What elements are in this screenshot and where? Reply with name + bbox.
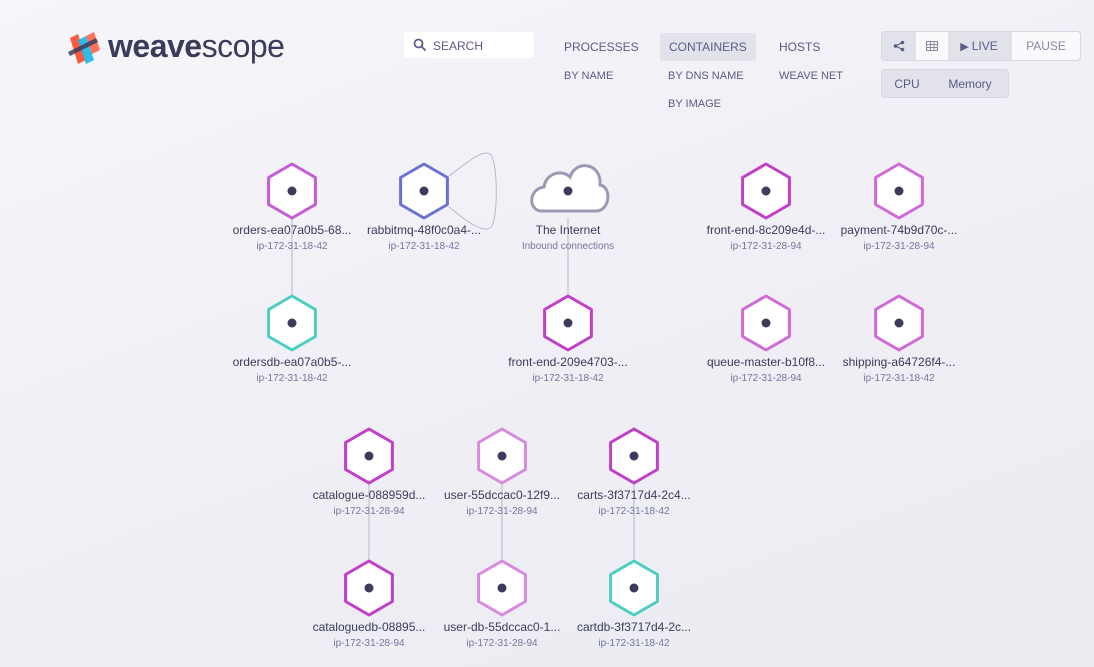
- node-host: ip-172-31-28-94: [730, 373, 802, 384]
- node-host: ip-172-31-18-42: [256, 373, 328, 384]
- node-label[interactable]: catalogue-088959d... ip-172-31-28-94: [299, 488, 439, 517]
- node-host: ip-172-31-28-94: [863, 241, 935, 252]
- node-label[interactable]: rabbitmq-48f0c0a4-... ip-172-31-18-42: [354, 223, 494, 252]
- node-name: ordersdb-ea07a0b5-...: [232, 355, 352, 369]
- node-name: front-end-209e4703-...: [508, 355, 628, 369]
- node-host: ip-172-31-28-94: [466, 506, 538, 517]
- node-name: payment-74b9d70c-...: [840, 223, 958, 237]
- container-node[interactable]: [741, 162, 791, 220]
- node-label[interactable]: front-end-8c209e4d-... ip-172-31-28-94: [696, 223, 836, 252]
- node-center-dot: [364, 451, 374, 461]
- node-label[interactable]: queue-master-b10f8... ip-172-31-28-94: [696, 355, 836, 384]
- node-label[interactable]: The Internet Inbound connections: [498, 223, 638, 252]
- node-name: user-55dccac0-12f9...: [443, 488, 561, 502]
- node-label[interactable]: orders-ea07a0b5-68... ip-172-31-18-42: [222, 223, 362, 252]
- container-node[interactable]: [477, 427, 527, 485]
- node-host: ip-172-31-18-42: [598, 638, 670, 649]
- node-host: ip-172-31-28-94: [333, 506, 405, 517]
- node-name: The Internet: [535, 223, 601, 237]
- node-label[interactable]: carts-3f3717d4-2c4... ip-172-31-18-42: [564, 488, 704, 517]
- node-label[interactable]: user-55dccac0-12f9... ip-172-31-28-94: [432, 488, 572, 517]
- node-name: queue-master-b10f8...: [706, 355, 826, 369]
- container-node[interactable]: [344, 559, 394, 617]
- container-node[interactable]: [874, 294, 924, 352]
- node-center-dot: [894, 318, 904, 328]
- node-center-dot: [563, 186, 573, 196]
- edge-loop: [448, 152, 497, 230]
- node-center-dot: [287, 186, 297, 196]
- node-host: ip-172-31-28-94: [466, 638, 538, 649]
- node-name: rabbitmq-48f0c0a4-...: [366, 223, 482, 237]
- node-name: catalogue-088959d...: [312, 488, 426, 502]
- node-host: ip-172-31-18-42: [863, 373, 935, 384]
- node-label[interactable]: front-end-209e4703-... ip-172-31-18-42: [498, 355, 638, 384]
- container-node[interactable]: [543, 294, 593, 352]
- node-center-dot: [419, 186, 429, 196]
- node-host: ip-172-31-28-94: [730, 241, 802, 252]
- node-label[interactable]: ordersdb-ea07a0b5-... ip-172-31-18-42: [222, 355, 362, 384]
- node-label[interactable]: payment-74b9d70c-... ip-172-31-28-94: [829, 223, 969, 252]
- node-center-dot: [497, 451, 507, 461]
- node-name: carts-3f3717d4-2c4...: [577, 488, 691, 502]
- node-center-dot: [629, 451, 639, 461]
- node-center-dot: [563, 318, 573, 328]
- node-host: Inbound connections: [521, 241, 615, 252]
- node-name: shipping-a64726f4-...: [842, 355, 956, 369]
- node-name: user-db-55dccac0-1...: [443, 620, 561, 634]
- node-name: orders-ea07a0b5-68...: [232, 223, 352, 237]
- node-center-dot: [287, 318, 297, 328]
- node-center-dot: [629, 583, 639, 593]
- node-name: front-end-8c209e4d-...: [706, 223, 826, 237]
- node-center-dot: [894, 186, 904, 196]
- node-name: cataloguedb-08895...: [312, 620, 426, 634]
- node-host: ip-172-31-18-42: [532, 373, 604, 384]
- container-node[interactable]: [344, 427, 394, 485]
- container-node[interactable]: [267, 162, 317, 220]
- node-name: cartdb-3f3717d4-2c...: [576, 620, 692, 634]
- container-node[interactable]: [477, 559, 527, 617]
- node-label[interactable]: cataloguedb-08895... ip-172-31-28-94: [299, 620, 439, 649]
- node-host: ip-172-31-28-94: [333, 638, 405, 649]
- container-node[interactable]: [399, 162, 449, 220]
- container-node[interactable]: [609, 427, 659, 485]
- node-center-dot: [364, 583, 374, 593]
- topology-graph: [267, 152, 924, 617]
- node-label[interactable]: cartdb-3f3717d4-2c... ip-172-31-18-42: [564, 620, 704, 649]
- container-node[interactable]: [609, 559, 659, 617]
- node-center-dot: [761, 318, 771, 328]
- container-node[interactable]: [874, 162, 924, 220]
- container-node[interactable]: [741, 294, 791, 352]
- node-center-dot: [761, 186, 771, 196]
- internet-node[interactable]: [530, 164, 610, 213]
- node-label[interactable]: shipping-a64726f4-... ip-172-31-18-42: [829, 355, 969, 384]
- node-host: ip-172-31-18-42: [256, 241, 328, 252]
- node-center-dot: [497, 583, 507, 593]
- container-node[interactable]: [267, 294, 317, 352]
- node-label[interactable]: user-db-55dccac0-1... ip-172-31-28-94: [432, 620, 572, 649]
- node-host: ip-172-31-18-42: [598, 506, 670, 517]
- node-host: ip-172-31-18-42: [388, 241, 460, 252]
